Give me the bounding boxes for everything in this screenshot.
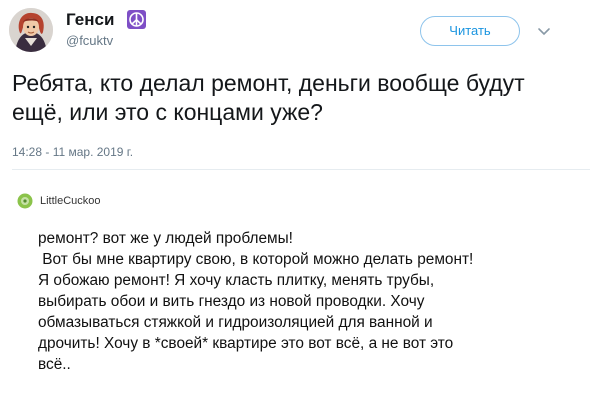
- user-handle[interactable]: @fcuktv: [66, 33, 113, 49]
- tweet-card: Генси @fcuktv Читать Ребята, кто делал р…: [0, 0, 600, 415]
- embedded-post-line: Вот бы мне квартиру свою, в которой можн…: [38, 251, 474, 268]
- embedded-post-text: ремонт? вот же у людей проблемы! Вот бы …: [38, 228, 598, 375]
- embedded-post-line: дрочить! Хочу в *своей* квартире это вот…: [38, 335, 454, 352]
- display-name[interactable]: Генси: [66, 10, 114, 30]
- follow-button[interactable]: Читать: [420, 16, 520, 46]
- embedded-post-line: всё..: [38, 356, 71, 373]
- avatar[interactable]: [9, 8, 53, 52]
- avatar-image: [9, 8, 53, 52]
- embedded-post-line: ремонт? вот же у людей проблемы!: [38, 230, 293, 247]
- tweet-timestamp[interactable]: 14:28 - 11 мар. 2019 г.: [12, 144, 133, 160]
- divider: [12, 169, 590, 170]
- embedded-author-name[interactable]: LittleCuckoo: [40, 194, 101, 208]
- chevron-down-icon[interactable]: [537, 24, 551, 36]
- site-logo-icon: [17, 193, 33, 209]
- tweet-text: Ребята, кто делал ремонт, деньги вообще …: [12, 70, 525, 125]
- embedded-post-line: выбирать обои и вить гнездо из новой про…: [38, 293, 425, 310]
- embedded-post-line: Я обожаю ремонт! Я хочу класть плитку, м…: [38, 272, 435, 289]
- embedded-post-line: обмазываться стяжкой и гидроизоляцией дл…: [38, 314, 433, 331]
- peace-icon: [127, 10, 146, 29]
